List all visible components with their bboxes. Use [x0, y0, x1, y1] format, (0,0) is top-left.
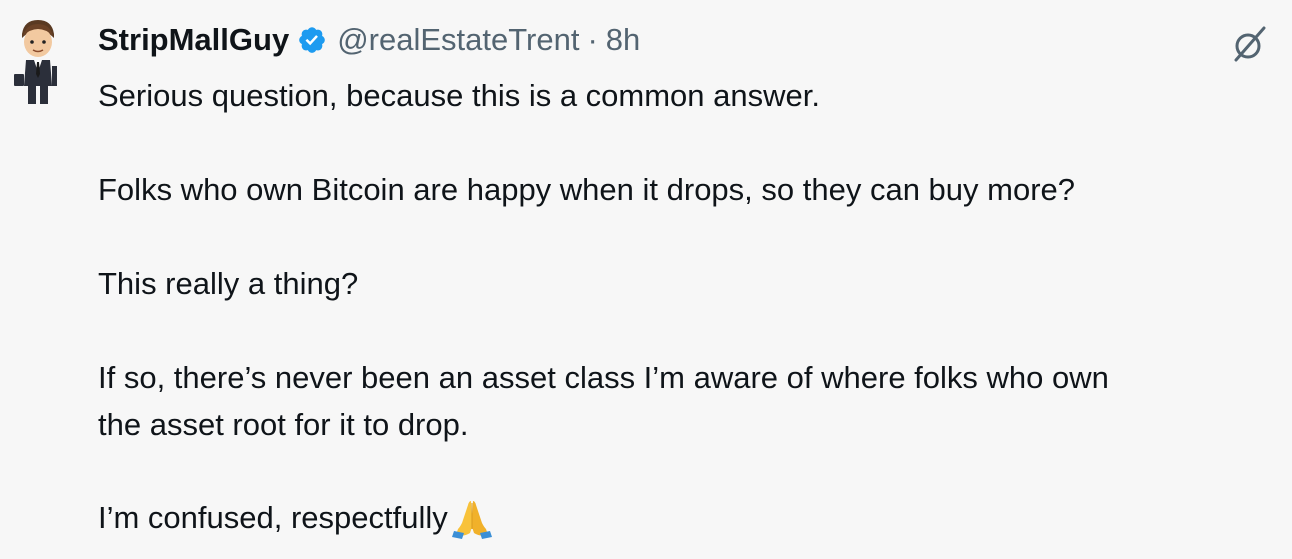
- author-display-name[interactable]: StripMallGuy: [98, 18, 289, 62]
- tweet-paragraph: This really a thing?: [98, 266, 359, 301]
- tweet-line: If so, there’s never been an asset class…: [98, 360, 1109, 395]
- tweet-paragraph: Serious question, because this is a comm…: [98, 78, 820, 113]
- verified-badge-icon[interactable]: [297, 25, 327, 55]
- tweet-line: the asset root for it to drop.: [98, 407, 469, 442]
- tweet-header: StripMallGuy @realEstateTrent · 8h: [98, 18, 640, 62]
- avatar[interactable]: [6, 14, 70, 106]
- author-handle[interactable]: @realEstateTrent: [337, 18, 579, 62]
- grok-slash-icon[interactable]: [1228, 22, 1272, 66]
- tweet-card[interactable]: StripMallGuy @realEstateTrent · 8h Serio…: [0, 0, 1292, 559]
- tweet-paragraph: If so, there’s never been an asset class…: [98, 354, 1288, 448]
- tweet-paragraph: I’m confused, respectfully: [98, 494, 492, 541]
- separator-dot: ·: [587, 22, 598, 57]
- tweet-paragraph: Folks who own Bitcoin are happy when it …: [98, 172, 1076, 207]
- tweet-line: I’m confused, respectfully: [98, 500, 448, 535]
- folded-hands-emoji: [451, 500, 492, 539]
- tweet-timestamp[interactable]: 8h: [606, 18, 640, 62]
